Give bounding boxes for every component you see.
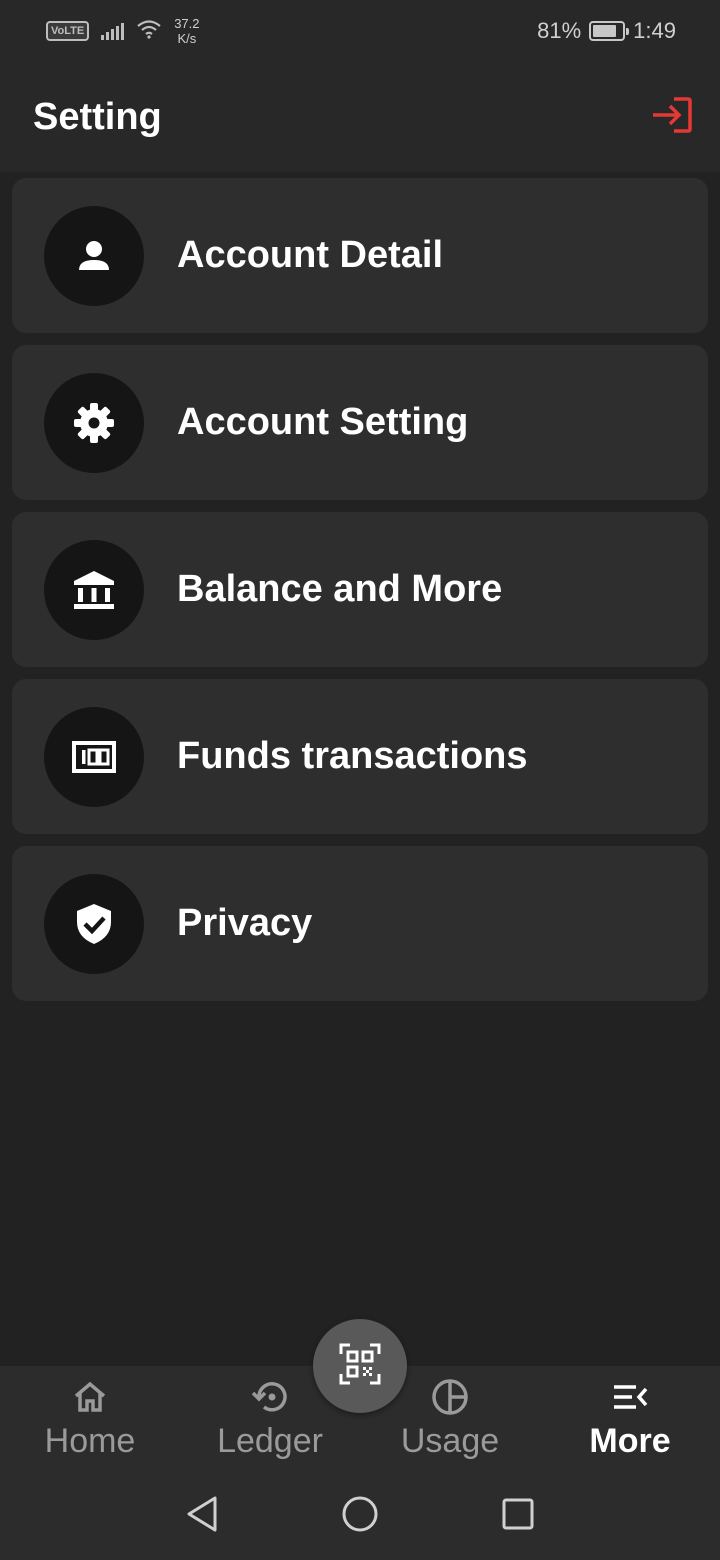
pie-chart-icon — [430, 1378, 470, 1416]
menu-item-label: Funds transactions — [177, 735, 528, 777]
nav-label: More — [589, 1422, 671, 1460]
menu-item-label: Account Setting — [177, 401, 469, 443]
logout-arrow-icon — [650, 95, 694, 140]
home-circle-icon — [341, 1495, 379, 1538]
wifi-icon — [136, 19, 162, 44]
person-icon — [44, 205, 144, 306]
status-left: VoLTE 37.2 K/s — [46, 16, 200, 46]
network-speed-unit: K/s — [177, 31, 197, 46]
system-nav-bar — [0, 1472, 720, 1560]
menu-item-account-setting[interactable]: Account Setting — [12, 345, 708, 500]
system-back-button[interactable] — [182, 1496, 222, 1536]
menu-item-label: Balance and More — [177, 568, 503, 610]
shield-check-icon — [44, 873, 144, 974]
logout-button[interactable] — [648, 93, 696, 141]
menu-item-account-detail[interactable]: Account Detail — [12, 178, 708, 333]
network-speed-value: 37.2 — [174, 16, 200, 31]
home-icon — [72, 1378, 108, 1416]
money-icon — [44, 706, 144, 807]
nav-item-more[interactable]: More — [540, 1366, 720, 1472]
bank-icon — [44, 539, 144, 640]
system-home-button[interactable] — [340, 1496, 380, 1536]
nav-label: Usage — [400, 1422, 500, 1460]
status-bar: VoLTE 37.2 K/s 81% 1:49 — [0, 0, 720, 62]
qr-scan-button[interactable] — [313, 1319, 407, 1413]
signal-icon — [101, 22, 125, 40]
status-right: 81% 1:49 — [537, 18, 676, 44]
clock: 1:49 — [633, 18, 676, 43]
menu-item-label: Account Detail — [177, 234, 444, 276]
volte-badge: VoLTE — [46, 21, 90, 41]
battery-icon — [589, 21, 630, 41]
page-title: Setting — [33, 95, 162, 138]
back-icon — [185, 1495, 219, 1538]
nav-label: Ledger — [217, 1422, 323, 1460]
settings-menu: Account Detail Account Setting Balance a… — [12, 178, 708, 1013]
menu-item-funds-transactions[interactable]: Funds transactions — [12, 679, 708, 834]
battery-fill — [593, 25, 616, 37]
battery-percent: 81% — [537, 18, 582, 43]
nav-item-home[interactable]: Home — [0, 1366, 180, 1472]
menu-open-icon — [612, 1378, 648, 1416]
system-recents-button[interactable] — [498, 1496, 538, 1536]
gear-icon — [44, 372, 144, 473]
menu-item-label: Privacy — [177, 902, 313, 944]
recents-square-icon — [501, 1497, 535, 1536]
nav-label: Home — [44, 1422, 136, 1460]
history-icon — [250, 1378, 290, 1416]
menu-item-privacy[interactable]: Privacy — [12, 846, 708, 1001]
network-speed: 37.2 K/s — [174, 16, 199, 46]
qr-scan-icon — [339, 1343, 381, 1390]
menu-item-balance[interactable]: Balance and More — [12, 512, 708, 667]
app-bar: Setting — [0, 62, 720, 172]
